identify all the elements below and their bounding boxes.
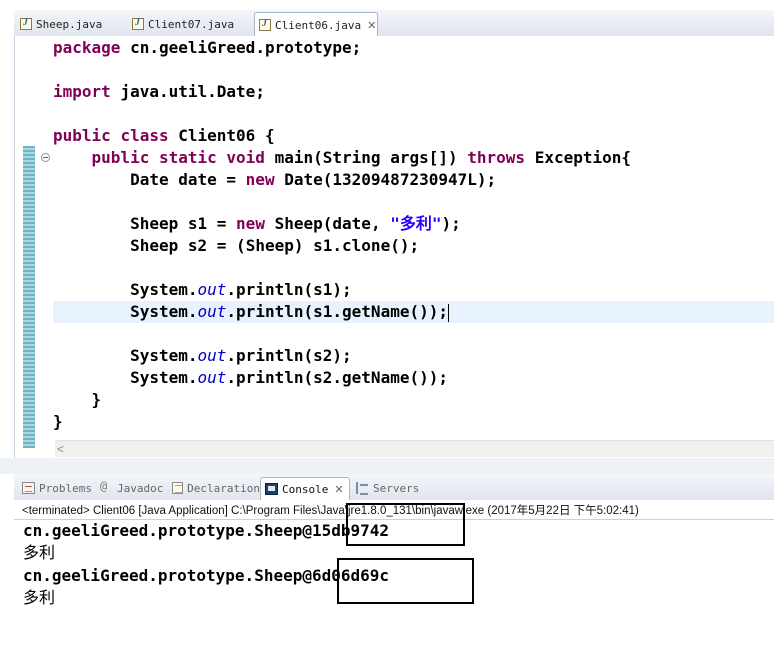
code-editor[interactable]: package cn.geeliGreed.prototype; import … [14, 36, 774, 458]
keyword: void [226, 148, 265, 167]
keyword: public [91, 148, 150, 167]
console-output-line: 多利 [23, 543, 56, 562]
declaration-icon [172, 482, 184, 494]
tab-label: Servers [373, 481, 420, 495]
console-icon [265, 483, 278, 495]
tab-client06-java[interactable]: Client06.java ✕ [254, 12, 378, 37]
code-line: import java.util.Date; [53, 82, 265, 101]
change-ruler [23, 146, 35, 448]
static-field: out [197, 368, 227, 387]
tab-label: Client07.java [148, 17, 235, 31]
console-output-line: 多利 [23, 588, 56, 607]
code-line: System.out.println(s1); [130, 280, 352, 299]
code-line: System.out.println(s2.getName()); [130, 368, 448, 387]
console-output-line: cn.geeliGreed.prototype.Sheep@15db9742 [23, 521, 390, 540]
horizontal-scrollbar[interactable]: < [55, 440, 774, 457]
close-tab-icon[interactable]: ✕ [334, 483, 343, 496]
close-tab-icon[interactable]: ✕ [367, 19, 376, 32]
servers-icon [356, 482, 369, 495]
tab-label: Console [282, 482, 329, 496]
panel-divider[interactable] [0, 458, 774, 474]
keyword: new [245, 170, 275, 189]
tab-client07-java[interactable]: Client07.java [128, 12, 252, 36]
console-output-line: cn.geeliGreed.prototype.Sheep@6d06d69c [23, 566, 390, 585]
tab-label: Sheep.java [36, 17, 103, 31]
tab-problems[interactable]: Problems [18, 477, 96, 499]
tab-label: Declaration [187, 481, 260, 495]
tab-javadoc[interactable]: Javadoc [96, 477, 168, 499]
tab-label: Javadoc [117, 481, 164, 495]
code-line: } [53, 390, 102, 409]
keyword: class [120, 126, 169, 145]
java-file-icon [259, 18, 271, 31]
editor-tab-bar: Sheep.java Client07.java Client06.java ✕ [14, 10, 774, 37]
view-tab-bar: Problems Javadoc Declaration Console ✕ S… [14, 474, 774, 501]
string-literal: "多利" [390, 214, 442, 233]
code-line: package cn.geeliGreed.prototype; [53, 38, 362, 57]
javadoc-icon [100, 479, 113, 494]
static-field: out [197, 346, 227, 365]
keyword: throws [467, 148, 526, 167]
tab-sheep-java[interactable]: Sheep.java [16, 12, 126, 36]
code-line: } [53, 412, 63, 431]
tab-label: Problems [39, 481, 92, 495]
text-caret [448, 303, 449, 322]
code-line: Sheep s1 = new Sheep(date, "多利"); [130, 214, 461, 233]
console-panel[interactable]: <terminated> Client06 [Java Application]… [14, 500, 774, 660]
keyword: package [53, 38, 121, 57]
java-file-icon [20, 17, 32, 30]
tab-label: Client06.java [275, 18, 362, 32]
keyword: public [53, 126, 111, 145]
fold-collapse-icon[interactable] [41, 153, 50, 162]
tab-console[interactable]: Console ✕ [260, 477, 350, 500]
tab-declaration[interactable]: Declaration [168, 477, 260, 499]
code-line: Sheep s2 = (Sheep) s1.clone(); [130, 236, 420, 255]
static-field: out [197, 280, 227, 299]
annotation-box-hash-1 [346, 503, 465, 546]
keyword: import [53, 82, 111, 101]
code-line: Date date = new Date(13209487230947L); [130, 170, 497, 189]
code-line: public class Client06 { [53, 126, 275, 145]
problems-icon [22, 482, 35, 494]
tab-servers[interactable]: Servers [352, 477, 432, 499]
keyword: static [158, 148, 217, 167]
code-line-current: System.out.println(s1.getName()); [130, 302, 449, 322]
keyword: new [236, 214, 265, 233]
code-line: System.out.println(s2); [130, 346, 352, 365]
annotation-box-hash-2 [337, 558, 474, 604]
console-header: <terminated> Client06 [Java Application]… [22, 505, 639, 517]
code-line: public static void main(String args[]) t… [91, 148, 632, 167]
scroll-left-arrow-icon[interactable]: < [57, 441, 64, 457]
static-field: out [197, 302, 227, 321]
java-file-icon [132, 17, 144, 30]
